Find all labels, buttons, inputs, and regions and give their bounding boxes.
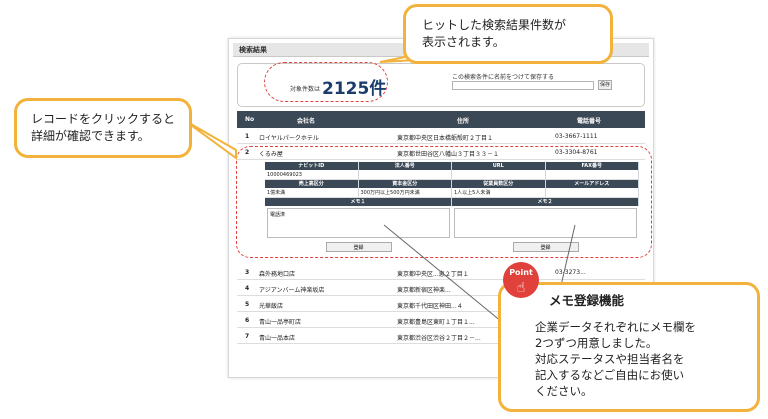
record-callout-line2: 詳細が確認できます。 [31, 129, 150, 143]
memo-callout: メモ登録機能 企業データそれぞれにメモ欄を 2つずつ用意しました。 対応ステータ… [498, 282, 760, 412]
memo-callout-line2: 2つずつ用意しました。 [535, 336, 658, 350]
memo-callout-title: メモ登録機能 [549, 293, 625, 308]
pointing-hand-icon: ☝ [516, 280, 526, 296]
hits-callout: ヒットした検索結果件数が 表示されます。 [403, 4, 613, 64]
point-badge: Point ☝ [503, 262, 539, 298]
memo-callout-line5: ください。 [535, 384, 593, 398]
memo-callout-line3: 対応ステータスや担当者名を [535, 352, 685, 366]
memo-callout-line1: 企業データそれぞれにメモ欄を [535, 320, 696, 334]
point-badge-label: Point [509, 268, 533, 277]
memo-callout-line4: 記入するなどご自由にお使い [535, 368, 685, 382]
hits-callout-line2: 表示されます。 [422, 35, 505, 49]
record-callout: レコードをクリックすると 詳細が確認できます。 [14, 98, 192, 158]
hits-callout-line1: ヒットした検索結果件数が [422, 18, 567, 32]
record-callout-line1: レコードをクリックすると [31, 112, 176, 126]
